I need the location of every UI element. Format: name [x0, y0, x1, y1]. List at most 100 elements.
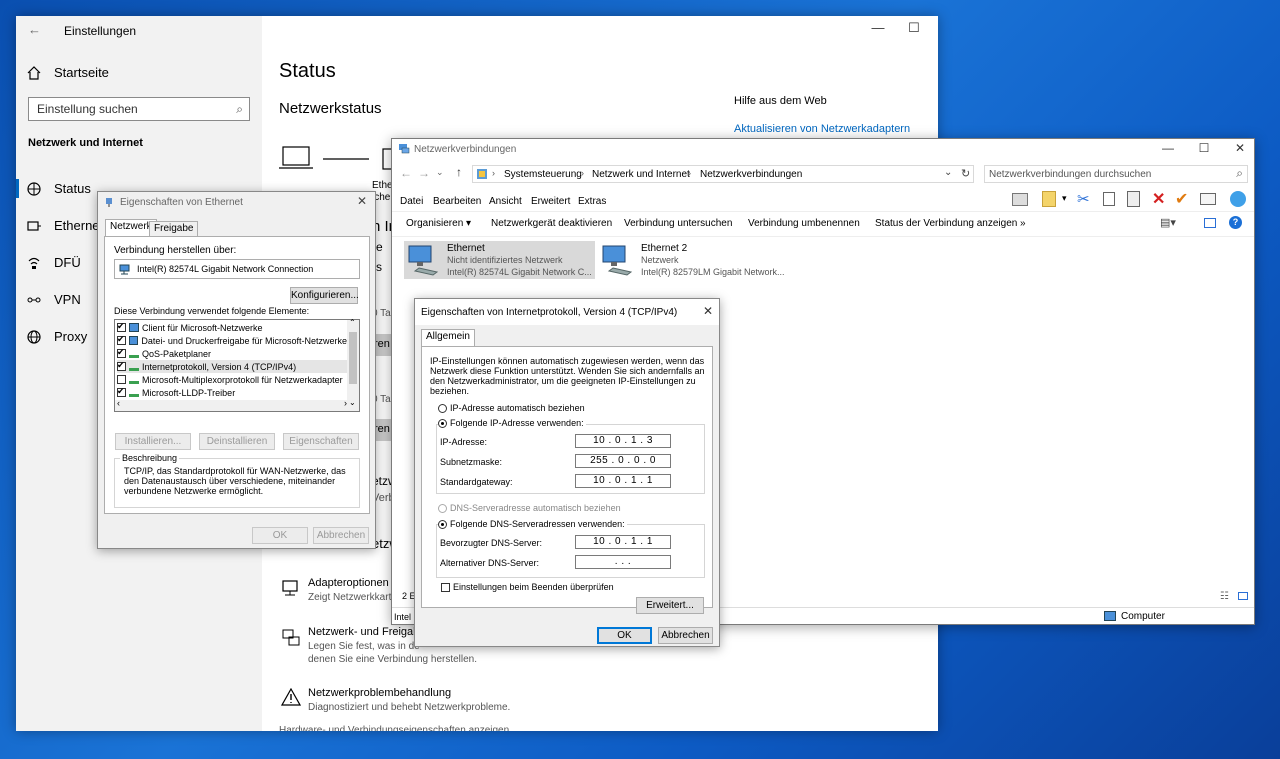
- ok-button[interactable]: OK: [252, 527, 308, 544]
- adapter-ethernet[interactable]: Ethernet Nicht identifiziertes Netzwerk …: [404, 241, 595, 279]
- back-arrow-icon[interactable]: ←: [28, 22, 41, 37]
- properties-button[interactable]: Eigenschaften: [283, 433, 359, 450]
- cancel-button[interactable]: Abbrechen: [313, 527, 369, 544]
- scroll-down-icon[interactable]: ⌄: [349, 398, 356, 407]
- gateway-field[interactable]: 10 . 0 . 1 . 1: [575, 474, 671, 488]
- copy-icon[interactable]: [1103, 192, 1115, 206]
- paste-icon[interactable]: [1127, 191, 1140, 207]
- checkbox[interactable]: [441, 582, 450, 592]
- close-icon[interactable]: ✕: [703, 304, 713, 318]
- scroll-left-icon[interactable]: ‹: [117, 398, 120, 408]
- scrollbar[interactable]: ⌃ ⌄: [347, 318, 359, 411]
- horizontal-scrollbar[interactable]: ‹ ›: [115, 398, 349, 411]
- sidebar-item-home[interactable]: Startseite: [16, 54, 262, 91]
- element-checkbox[interactable]: [117, 334, 126, 345]
- scroll-up-icon[interactable]: ⌃: [349, 318, 356, 327]
- radio-auto-ip[interactable]: IP-Adresse automatisch beziehen: [438, 403, 585, 413]
- ip-address-field[interactable]: 10 . 0 . 1 . 3: [575, 434, 671, 448]
- help-link[interactable]: Aktualisieren von Netzwerkadaptern: [734, 123, 910, 135]
- breadcrumb-netzwerkverbindungen[interactable]: Netzwerkverbindungen: [700, 169, 802, 180]
- properties-icon[interactable]: [1200, 193, 1216, 205]
- radio-auto-dns[interactable]: DNS-Serveradresse automatisch beziehen: [438, 503, 621, 513]
- subnet-mask-field[interactable]: 255 . 0 . 0 . 0: [575, 454, 671, 468]
- tiles-view-icon[interactable]: [1238, 592, 1248, 600]
- view-options-icon[interactable]: ▤▾: [1160, 216, 1176, 229]
- cancel-button[interactable]: Abbrechen: [658, 627, 713, 644]
- element-row[interactable]: Internetprotokoll, Version 4 (TCP/IPv4): [117, 360, 347, 373]
- menu-bearbeiten[interactable]: Bearbeiten: [433, 196, 481, 207]
- menu-datei[interactable]: Datei: [400, 196, 423, 207]
- chevron-down-icon[interactable]: ⌄: [944, 167, 952, 178]
- help-icon[interactable]: ?: [1229, 216, 1242, 229]
- element-checkbox[interactable]: [117, 360, 126, 371]
- radio-button[interactable]: [438, 418, 447, 428]
- element-checkbox[interactable]: [117, 375, 126, 384]
- option-troubleshoot[interactable]: Netzwerkproblembehandlung Diagnostiziert…: [279, 686, 619, 722]
- advanced-button[interactable]: Erweitert...: [636, 597, 704, 614]
- scroll-thumb[interactable]: [349, 332, 357, 384]
- details-view-icon[interactable]: ☷: [1220, 591, 1229, 602]
- up-arrow-icon[interactable]: ↑: [456, 165, 462, 179]
- element-checkbox[interactable]: [117, 386, 126, 397]
- cmd-more[interactable]: »: [1020, 218, 1026, 229]
- refresh-icon[interactable]: ↻: [961, 167, 970, 180]
- forward-arrow-icon[interactable]: →: [418, 166, 430, 180]
- cmd-untersuchen[interactable]: Verbindung untersuchen: [624, 218, 732, 229]
- radio-button[interactable]: [438, 503, 447, 513]
- element-checkbox[interactable]: [117, 347, 126, 358]
- back-arrow-icon[interactable]: ←: [400, 166, 412, 180]
- configure-button[interactable]: Konfigurieren...: [290, 287, 359, 304]
- minimize-icon[interactable]: —: [860, 20, 896, 36]
- radio-button[interactable]: [438, 403, 447, 413]
- nv-search-input[interactable]: Netzwerkverbindungen durchsuchen ⌕: [984, 165, 1248, 183]
- validate-checkbox[interactable]: Einstellungen beim Beenden überprüfen: [441, 582, 614, 592]
- maximize-icon[interactable]: ☐: [896, 20, 932, 36]
- element-row[interactable]: QoS-Paketplaner: [117, 347, 347, 360]
- globe-icon[interactable]: [1230, 191, 1246, 207]
- element-row[interactable]: Client für Microsoft-Netzwerke: [117, 321, 347, 334]
- maximize-icon[interactable]: ☐: [1186, 141, 1222, 155]
- cut-off-link[interactable]: Hardware- und Verbindungseigenschaften a…: [279, 725, 509, 731]
- network-client-icon: [128, 336, 139, 345]
- cmd-status[interactable]: Status der Verbindung anzeigen: [875, 218, 1017, 229]
- element-row[interactable]: Microsoft-Multiplexorprotokoll für Netzw…: [117, 373, 347, 386]
- menu-erweitert[interactable]: Erweitert: [531, 196, 570, 207]
- menu-ansicht[interactable]: Ansicht: [489, 196, 522, 207]
- breadcrumb-netzwerk[interactable]: Netzwerk und Internet: [592, 169, 690, 180]
- radio-button[interactable]: [438, 519, 447, 529]
- alternate-dns-field[interactable]: . . .: [575, 555, 671, 569]
- cmd-organisieren[interactable]: Organisieren ▾: [406, 218, 471, 229]
- radio-manual-ip[interactable]: Folgende IP-Adresse verwenden:: [438, 418, 586, 428]
- minimize-icon[interactable]: —: [1150, 141, 1186, 155]
- delete-icon[interactable]: ✕: [1152, 189, 1165, 209]
- tab-freigabe[interactable]: Freigabe: [149, 221, 199, 236]
- scroll-right-icon[interactable]: ›: [344, 398, 347, 408]
- cmd-umbenennen[interactable]: Verbindung umbenennen: [748, 218, 860, 229]
- close-icon[interactable]: ✕: [1222, 141, 1254, 155]
- menu-extras[interactable]: Extras: [578, 196, 606, 207]
- radio-manual-dns[interactable]: Folgende DNS-Serveradressen verwenden:: [438, 519, 627, 529]
- cmd-deaktivieren[interactable]: Netzwerkgerät deaktivieren: [491, 218, 612, 229]
- history-dropdown-icon[interactable]: ⌄: [436, 167, 444, 178]
- cut-icon[interactable]: ✂: [1077, 190, 1090, 208]
- dns1-label: Bevorzugter DNS-Server:: [440, 538, 543, 548]
- settings-search-input[interactable]: Einstellung suchen ⌕: [28, 97, 250, 121]
- element-row[interactable]: Datei- und Druckerfreigabe für Microsoft…: [117, 334, 347, 347]
- install-button[interactable]: Installieren...: [115, 433, 191, 450]
- checkmark-icon[interactable]: ✔: [1175, 189, 1188, 209]
- chevron-down-icon[interactable]: ▾: [1062, 193, 1067, 204]
- element-row[interactable]: Microsoft-LLDP-Treiber: [117, 386, 347, 399]
- ok-button[interactable]: OK: [597, 627, 652, 644]
- preview-pane-icon[interactable]: [1204, 218, 1216, 228]
- uninstall-button[interactable]: Deinstallieren: [199, 433, 275, 450]
- folder-icon[interactable]: [1042, 191, 1056, 207]
- preferred-dns-field[interactable]: 10 . 0 . 1 . 1: [575, 535, 671, 549]
- address-bar[interactable]: › Systemsteuerung › Netzwerk und Interne…: [472, 165, 974, 183]
- breadcrumb-systemsteuerung[interactable]: Systemsteuerung: [504, 169, 582, 180]
- close-icon[interactable]: ✕: [357, 194, 367, 208]
- view-pane-icon[interactable]: [1012, 193, 1028, 206]
- element-checkbox[interactable]: [117, 321, 126, 332]
- close-icon[interactable]: ✕: [932, 20, 938, 36]
- adapter-ethernet-2[interactable]: Ethernet 2 Netzwerk Intel(R) 82579LM Gig…: [598, 241, 798, 279]
- tab-allgemein[interactable]: Allgemein: [421, 329, 475, 346]
